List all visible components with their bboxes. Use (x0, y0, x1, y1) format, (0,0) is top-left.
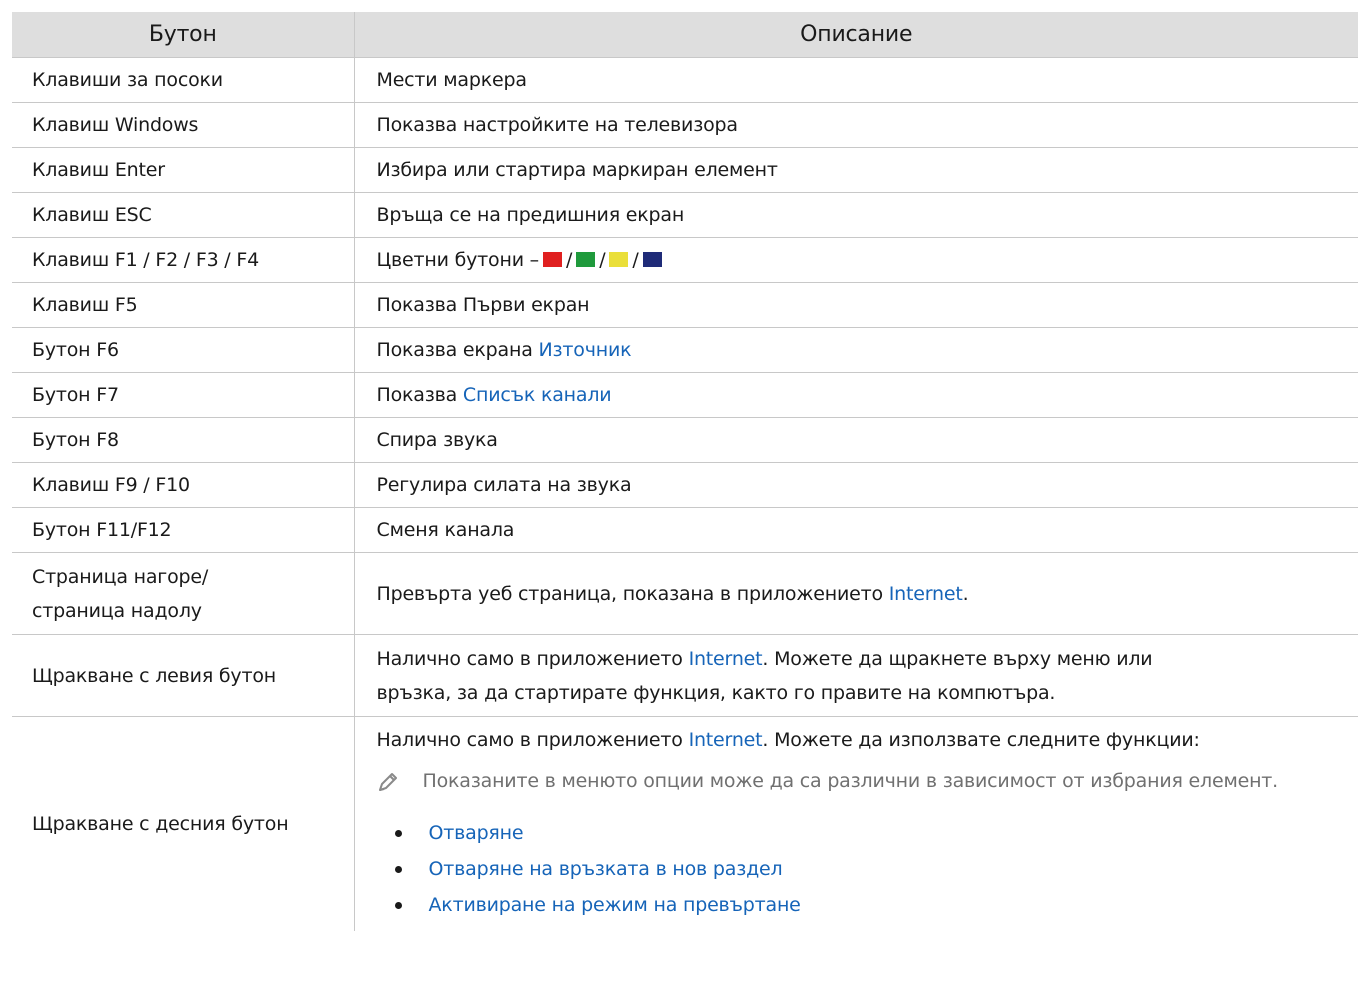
header-button: Бутон (12, 12, 354, 58)
desc-text: Превърта уеб страница, показана в прилож… (376, 582, 889, 605)
key-cell: Клавиш F9 / F10 (12, 462, 354, 508)
desc-text: Налично само в приложението (376, 729, 689, 751)
table-row: Клавиш F5 Показва Първи екран (12, 282, 1358, 328)
key-line: страница надолу (32, 599, 202, 622)
separator: / (599, 249, 606, 271)
key-cell: Страница нагоре/страница надолу (12, 552, 354, 635)
table-row: Бутон F11/F12 Сменя канала (12, 507, 1358, 553)
key-cell: Щракване с десния бутон (32, 813, 289, 835)
table-row: Щракване с левия бутон Налично само в пр… (12, 634, 1358, 717)
key-line: Страница нагоре/ (32, 565, 209, 588)
table-row: Клавиш Windows Показва настройките на те… (12, 102, 1358, 148)
separator: / (632, 249, 639, 271)
desc-cell: Превърта уеб страница, показана в прилож… (353, 552, 1358, 635)
blue-square-icon (642, 252, 662, 267)
desc-cell: Връща се на предишния екран (353, 192, 1358, 238)
desc-text: Показва екрана (376, 339, 539, 361)
desc-cell: Цветни бутони – / / / (353, 237, 1358, 283)
desc-cell: Спира звука (353, 417, 1358, 463)
key-cell: Клавиш Windows (12, 102, 354, 148)
list-item[interactable]: Активиране на режим на превъртане (377, 887, 1358, 923)
header-description: Описание (353, 12, 1358, 58)
desc-cell: Налично само в приложението Internet. Мо… (353, 716, 1358, 931)
table-row: Клавиш F9 / F10 Регулира силата на звука (12, 462, 1358, 508)
desc-cell: Налично само в приложението Internet. Мо… (353, 634, 1358, 717)
channel-list-link[interactable]: Списък канали (463, 384, 612, 406)
desc-text: . Можете да използвате следните функции: (762, 729, 1200, 751)
list-item[interactable]: Отваряне на връзката в нов раздел (377, 851, 1358, 887)
function-list: Отваряне Отваряне на връзката в нов разд… (377, 815, 1358, 923)
key-cell: Щракване с левия бутон (12, 634, 354, 717)
internet-link[interactable]: Internet (689, 729, 763, 751)
key-cell: Клавиш F1 / F2 / F3 / F4 (12, 237, 354, 283)
table-row: Бутон F8 Спира звука (12, 417, 1358, 463)
desc-cell: Избира или стартира маркиран елемент (353, 147, 1358, 193)
red-square-icon (542, 252, 562, 267)
table-row: Страница нагоре/страница надолу Превърта… (12, 552, 1358, 635)
yellow-square-icon (609, 252, 629, 267)
source-link[interactable]: Източник (539, 339, 632, 361)
key-cell: Бутон F6 (12, 327, 354, 373)
table-row: Щракване с десния бутон Налично само в п… (12, 716, 1358, 931)
key-cell: Клавиш F5 (12, 282, 354, 328)
key-cell: Клавиш ESC (12, 192, 354, 238)
desc-text: Цветни бутони – (376, 249, 540, 271)
key-cell: Бутон F8 (12, 417, 354, 463)
desc-text: връзка, за да стартирате функция, както … (376, 681, 1056, 704)
desc-cell: Показва Списък канали (353, 372, 1358, 418)
table-row: Клавиш F1 / F2 / F3 / F4 Цветни бутони –… (12, 237, 1358, 283)
desc-cell: Показва настройките на телевизора (353, 102, 1358, 148)
table-header-row: Бутон Описание (12, 12, 1358, 58)
desc-cell: Мести маркера (353, 57, 1358, 103)
key-cell: Клавиш Enter (12, 147, 354, 193)
table-row: Бутон F7 Показва Списък канали (12, 372, 1358, 418)
desc-text: Налично само в приложението (376, 647, 689, 670)
desc-cell: Показва екрана Източник (353, 327, 1358, 373)
list-item[interactable]: Отваряне (377, 815, 1358, 851)
key-cell: Бутон F11/F12 (12, 507, 354, 553)
desc-text: . Можете да щракнете върху меню или (762, 647, 1153, 670)
desc-text: Показва (376, 384, 463, 406)
desc-cell: Регулира силата на звука (353, 462, 1358, 508)
keyboard-functions-table: Бутон Описание Клавиши за посоки Мести м… (12, 12, 1358, 931)
key-cell: Клавиши за посоки (12, 57, 354, 103)
internet-link[interactable]: Internet (689, 648, 763, 670)
pencil-icon (377, 769, 403, 805)
key-cell: Бутон F7 (12, 372, 354, 418)
desc-cell: Показва Първи екран (353, 282, 1358, 328)
desc-cell: Сменя канала (353, 507, 1358, 553)
note: Показаните в менюто опции може да са раз… (377, 763, 1358, 805)
internet-link[interactable]: Internet (889, 583, 963, 605)
note-text: Показаните в менюто опции може да са раз… (422, 770, 1279, 792)
desc-text: . (962, 582, 969, 605)
separator: / (565, 249, 573, 271)
table-row: Бутон F6 Показва екрана Източник (12, 327, 1358, 373)
table-row: Клавиши за посоки Мести маркера (12, 57, 1358, 103)
table-row: Клавиш Enter Избира или стартира маркира… (12, 147, 1358, 193)
table-row: Клавиш ESC Връща се на предишния екран (12, 192, 1358, 238)
green-square-icon (576, 252, 596, 267)
